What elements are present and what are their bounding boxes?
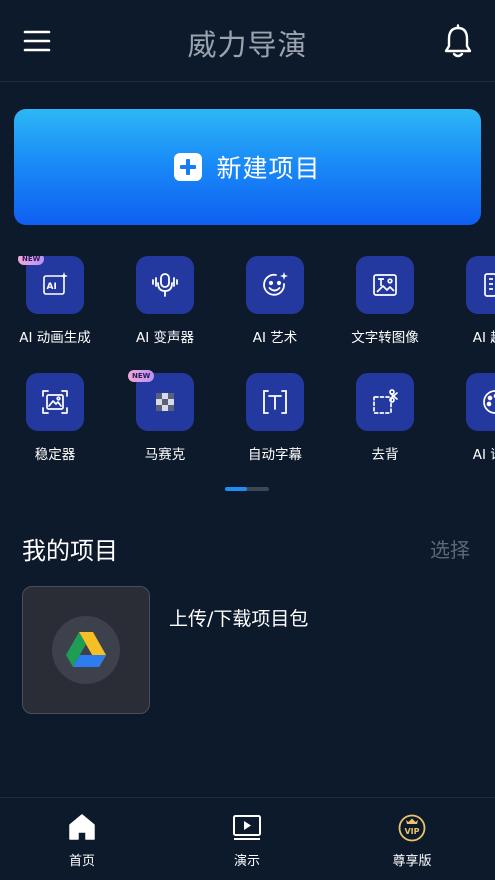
nav-home[interactable]: 首页 [22, 798, 142, 880]
tool-label: AI 趣味 [472, 330, 495, 346]
auto-caption-icon [246, 373, 304, 431]
home-icon [69, 814, 95, 840]
tool-label: 去背 [371, 447, 399, 463]
new-project-label: 新建项目 [216, 154, 321, 183]
page-indicator-active [225, 487, 247, 491]
google-drive-circle [52, 616, 120, 684]
play-screen-icon [233, 815, 261, 840]
nav-label: 首页 [68, 854, 95, 869]
tool-label: AI 语音 [472, 447, 495, 463]
nav-label: 演示 [233, 854, 260, 869]
tool-label: AI 艺术 [252, 330, 298, 346]
tool-mosaic[interactable]: NEW 马赛克 [110, 370, 220, 463]
nav-premium[interactable]: VIP 尊享版 [352, 798, 472, 880]
nav-demo[interactable]: 演示 [187, 798, 307, 880]
new-project-button[interactable]: 新建项目 [14, 109, 481, 225]
my-projects-title: 我的项目 [22, 537, 118, 565]
tool-label: 马赛克 [144, 447, 186, 463]
tool-ai-art[interactable]: AI 艺术 [220, 256, 330, 346]
tools-grid: NEW AI AI 动画生成 AI 变声器 AI 艺术 文字转图像 AI 趣味 … [0, 256, 495, 466]
tool-label: 文字转图像 [351, 330, 419, 346]
svg-text:AI: AI [47, 282, 57, 292]
plus-square-icon [174, 153, 203, 181]
vip-crown-icon: VIP [398, 814, 426, 842]
bell-icon[interactable] [443, 24, 473, 60]
tool-ai-fun[interactable]: AI 趣味 [440, 256, 495, 346]
select-button[interactable]: 选择 [430, 534, 470, 563]
stabilizer-icon [26, 373, 84, 431]
ai-voice-icon [466, 373, 495, 431]
tool-auto-caption[interactable]: 自动字幕 [220, 373, 330, 463]
new-badge: NEW [128, 370, 155, 382]
tool-ai-animation[interactable]: NEW AI AI 动画生成 [0, 256, 110, 346]
tool-stabilizer[interactable]: 稳定器 [0, 373, 110, 463]
google-drive-icon [66, 632, 106, 667]
upload-download-project-link[interactable]: 上传/下载项目包 [169, 604, 308, 631]
tools-page-indicator [225, 487, 269, 491]
remove-background-icon [356, 373, 414, 431]
tool-ai-voice[interactable]: AI 语音 [440, 373, 495, 463]
ai-fun-icon [466, 256, 495, 314]
new-badge: NEW [18, 256, 45, 265]
tool-label: AI 动画生成 [19, 330, 91, 346]
app-title: 威力导演 [187, 28, 308, 62]
google-drive-project-card[interactable] [22, 586, 150, 714]
voice-changer-icon [136, 256, 194, 314]
tool-label: 自动字幕 [248, 447, 302, 463]
nav-label: 尊享版 [392, 854, 432, 869]
tool-label: 稳定器 [34, 447, 76, 463]
text-to-image-icon [356, 256, 414, 314]
top-bar: 威力导演 [0, 0, 495, 82]
ai-art-icon [246, 256, 304, 314]
tool-voice-changer[interactable]: AI 变声器 [110, 256, 220, 346]
tool-remove-background[interactable]: 去背 [330, 373, 440, 463]
tool-label: AI 变声器 [135, 330, 194, 346]
tool-text-to-image[interactable]: 文字转图像 [330, 256, 440, 346]
bottom-nav: 首页 演示 VIP 尊享版 [0, 797, 495, 880]
svg-text:VIP: VIP [404, 827, 419, 836]
